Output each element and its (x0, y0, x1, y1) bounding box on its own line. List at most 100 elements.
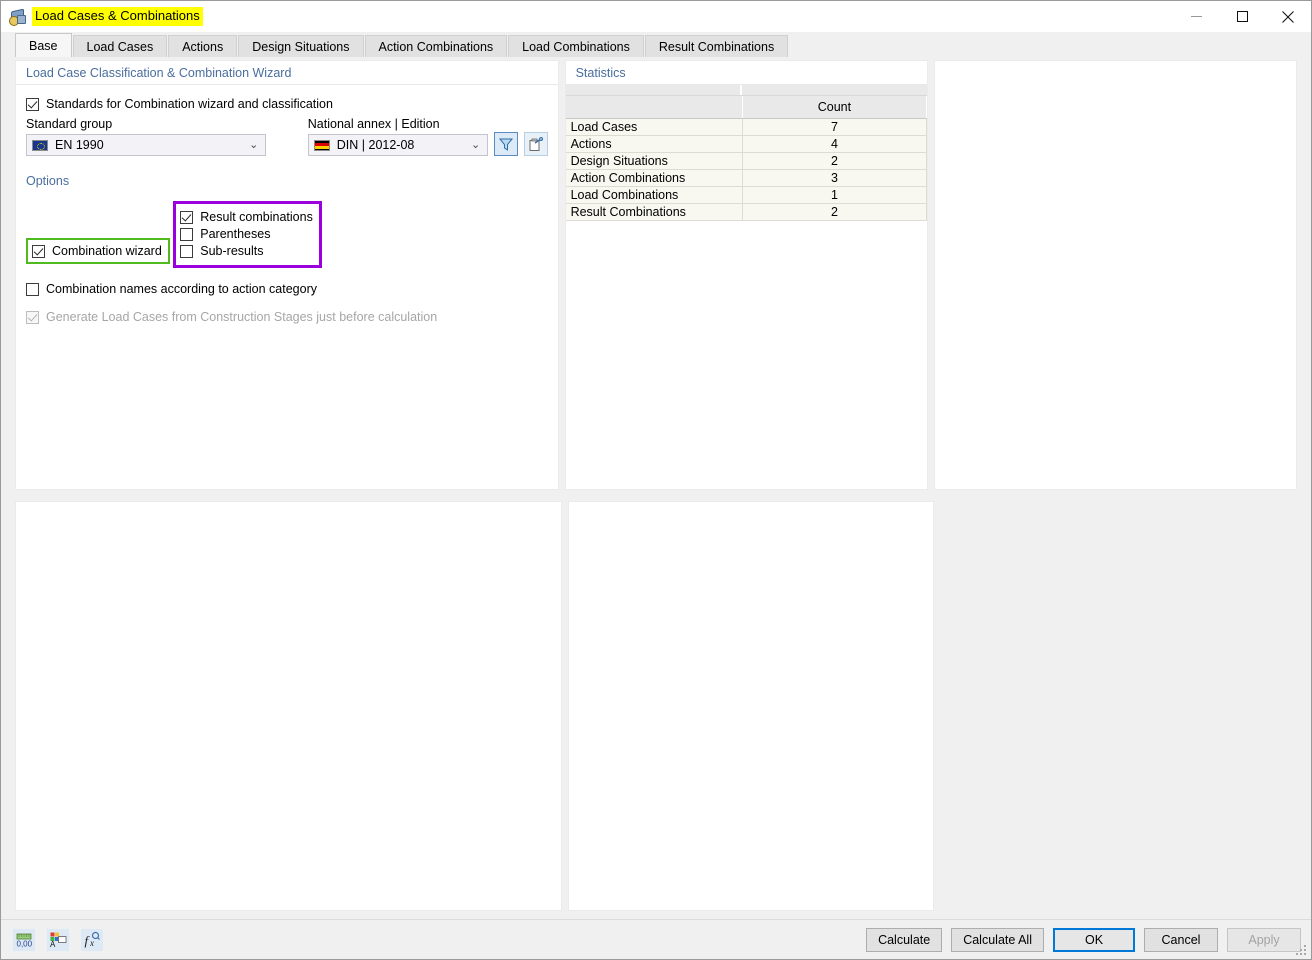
combination-names-row[interactable]: Combination names according to action ca… (26, 282, 548, 296)
load-cases-combinations-dialog: Load Cases & Combinations Base Load Case… (0, 0, 1312, 960)
national-annex-label: National annex | Edition (308, 117, 488, 131)
classification-options-panel: Load Case Classification & Combination W… (15, 60, 559, 490)
bottom-panel-row (15, 501, 1297, 911)
standards-checkbox-label: Standards for Combination wizard and cla… (46, 97, 333, 111)
statistics-header-count[interactable]: Count (742, 96, 927, 119)
statistics-row-name: Load Cases (566, 119, 743, 136)
secondary-details-panel (568, 501, 934, 911)
filter-funnel-icon[interactable] (494, 132, 518, 156)
standard-group-label: Standard group (26, 117, 266, 131)
classification-section-title: Load Case Classification & Combination W… (16, 61, 558, 85)
svg-text:0,00: 0,00 (17, 939, 33, 948)
statistics-row-name: Actions (566, 136, 743, 153)
national-annex-value: DIN | 2012-08 (337, 138, 469, 152)
result-combinations-label: Result combinations (200, 210, 313, 224)
result-combinations-highlight: Result combinations Parentheses Sub-resu… (173, 201, 322, 268)
display-properties-icon[interactable]: A (47, 929, 69, 951)
statistics-row-name: Result Combinations (566, 204, 743, 221)
de-flag-icon (314, 140, 330, 151)
sub-results-checkbox[interactable] (180, 245, 193, 258)
calculate-all-button[interactable]: Calculate All (951, 928, 1044, 952)
minimize-button[interactable] (1173, 1, 1219, 32)
statistics-row-count: 4 (742, 136, 927, 153)
standards-checkbox[interactable] (26, 98, 39, 111)
sub-results-row[interactable]: Sub-results (180, 244, 313, 258)
table-row[interactable]: Action Combinations 3 (566, 170, 927, 187)
statistics-row-name: Load Combinations (566, 187, 743, 204)
eu-flag-icon (32, 140, 48, 151)
parentheses-row[interactable]: Parentheses (180, 227, 313, 241)
statistics-panel: Statistics Count Load Cases 7 (565, 60, 929, 490)
table-row[interactable]: Result Combinations 2 (566, 204, 927, 221)
statistics-row-count: 7 (742, 119, 927, 136)
parentheses-checkbox[interactable] (180, 228, 193, 241)
statistics-header-name[interactable] (566, 96, 743, 119)
combination-wizard-highlight: Combination wizard (26, 238, 170, 264)
statistics-header-row: Count (566, 96, 927, 119)
generate-load-cases-checkbox (26, 311, 39, 324)
dialog-footer: 0,00 A f x (1, 919, 1311, 959)
statistics-row-count: 3 (742, 170, 927, 187)
cancel-button[interactable]: Cancel (1144, 928, 1218, 952)
table-row[interactable]: Load Cases 7 (566, 119, 927, 136)
ok-button[interactable]: OK (1053, 928, 1135, 952)
preview-panel (934, 60, 1297, 490)
national-annex-select[interactable]: DIN | 2012-08 ⌄ (308, 134, 488, 156)
standard-group-value: EN 1990 (55, 138, 247, 152)
table-row[interactable]: Design Situations 2 (566, 153, 927, 170)
load-cases-icon (9, 9, 25, 25)
tab-bar: Base Load Cases Actions Design Situation… (1, 32, 1311, 57)
formula-editor-icon[interactable]: f x (81, 929, 103, 951)
generate-load-cases-label: Generate Load Cases from Construction St… (46, 310, 437, 324)
table-row[interactable]: Load Combinations 1 (566, 187, 927, 204)
resize-grip[interactable] (1296, 945, 1308, 957)
statistics-table: Count Load Cases 7 Actions 4 D (566, 96, 928, 221)
svg-text:A: A (50, 940, 56, 949)
close-button[interactable] (1265, 1, 1311, 32)
combination-names-label: Combination names according to action ca… (46, 282, 317, 296)
classification-form: Standards for Combination wizard and cla… (16, 85, 558, 324)
table-row[interactable]: Actions 4 (566, 136, 927, 153)
statistics-row-count: 2 (742, 204, 927, 221)
maximize-button[interactable] (1219, 1, 1265, 32)
parentheses-label: Parentheses (200, 227, 270, 241)
footer-toolbar: 0,00 A f x (13, 929, 103, 951)
tab-load-cases[interactable]: Load Cases (73, 35, 168, 57)
chevron-down-icon: ⌄ (247, 140, 261, 151)
chevron-down-icon: ⌄ (469, 140, 483, 151)
annex-info-icon[interactable] (524, 132, 548, 156)
statistics-row-name: Action Combinations (566, 170, 743, 187)
tab-load-combinations[interactable]: Load Combinations (508, 35, 644, 57)
combination-wizard-row[interactable]: Combination wizard (32, 244, 162, 258)
result-combinations-row[interactable]: Result combinations (180, 210, 313, 224)
window-title: Load Cases & Combinations (32, 7, 203, 26)
result-combinations-checkbox[interactable] (180, 211, 193, 224)
tab-actions[interactable]: Actions (168, 35, 237, 57)
statistics-column-band (566, 85, 928, 96)
title-bar: Load Cases & Combinations (1, 1, 1311, 32)
window-controls (1173, 1, 1311, 32)
sub-results-label: Sub-results (200, 244, 263, 258)
dialog-buttons: Calculate Calculate All OK Cancel Apply (866, 928, 1301, 952)
statistics-row-name: Design Situations (566, 153, 743, 170)
combination-names-checkbox[interactable] (26, 283, 39, 296)
statistics-row-count: 2 (742, 153, 927, 170)
top-panel-row: Load Case Classification & Combination W… (15, 60, 1297, 490)
standards-checkbox-row[interactable]: Standards for Combination wizard and cla… (26, 97, 548, 111)
combination-wizard-checkbox[interactable] (32, 245, 45, 258)
tab-base[interactable]: Base (15, 33, 72, 57)
generate-load-cases-row: Generate Load Cases from Construction St… (26, 310, 548, 324)
tab-action-combinations[interactable]: Action Combinations (365, 35, 508, 57)
combination-wizard-label: Combination wizard (52, 244, 162, 258)
details-panel (15, 501, 562, 911)
standard-group-select[interactable]: EN 1990 ⌄ (26, 134, 266, 156)
statistics-section-title: Statistics (566, 61, 928, 85)
options-section-title: Options (26, 169, 548, 192)
standards-combo-row: Standard group EN 1990 ⌄ National annex … (26, 117, 548, 156)
statistics-row-count: 1 (742, 187, 927, 204)
tab-design-situations[interactable]: Design Situations (238, 35, 363, 57)
calculate-button[interactable]: Calculate (866, 928, 942, 952)
tab-result-combinations[interactable]: Result Combinations (645, 35, 788, 57)
number-format-icon[interactable]: 0,00 (13, 929, 35, 951)
apply-button: Apply (1227, 928, 1301, 952)
